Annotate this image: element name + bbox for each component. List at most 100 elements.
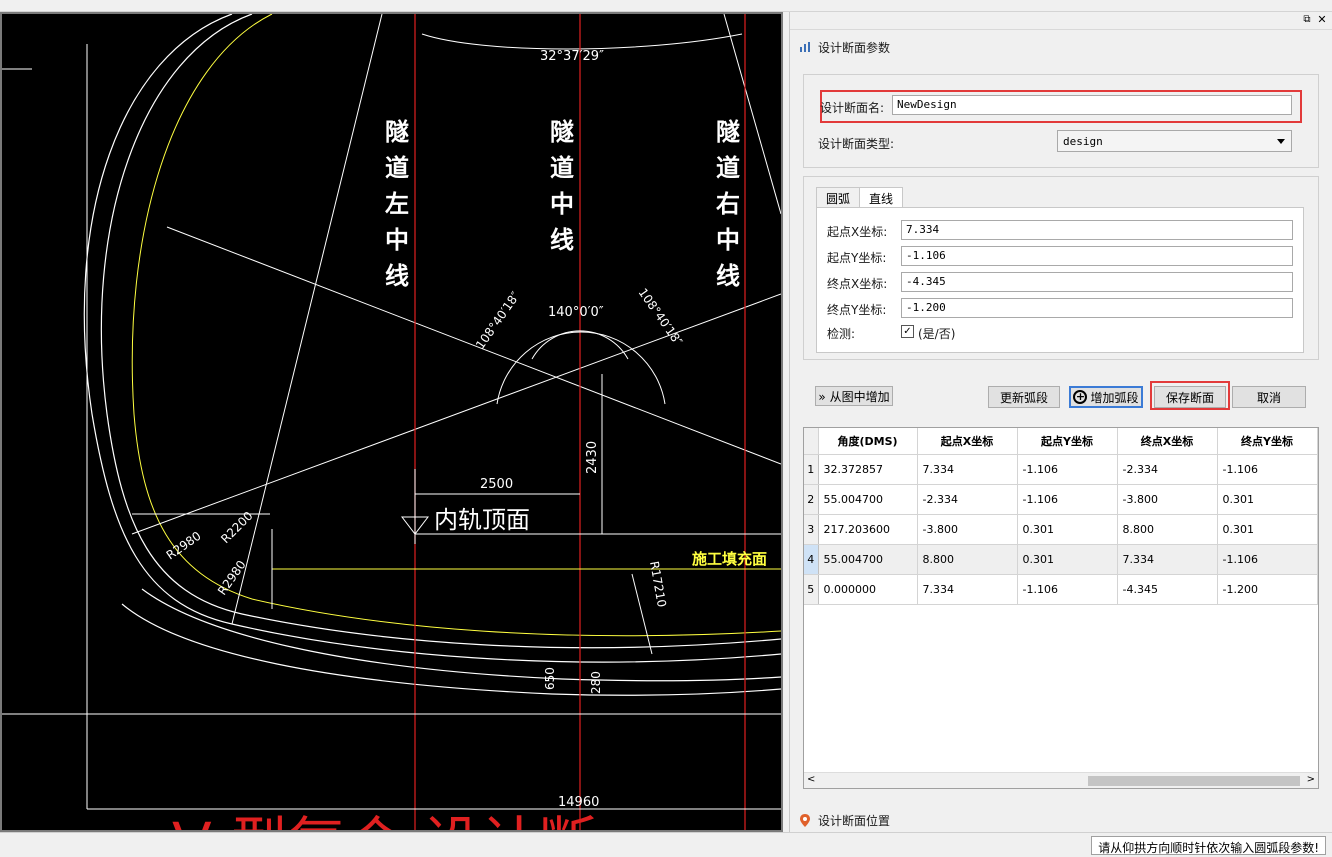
- table-cell[interactable]: 7.334: [917, 454, 1018, 485]
- svg-text:线: 线: [385, 262, 409, 290]
- table-row-selected[interactable]: 4 55.004700 8.800 0.301 7.334 -1.106: [804, 544, 1318, 575]
- start-y-label: 起点Y坐标:: [827, 251, 887, 265]
- table-cell[interactable]: -2.334: [1117, 454, 1218, 485]
- save-section-button[interactable]: 保存断面: [1154, 386, 1226, 408]
- svg-text:道: 道: [716, 154, 740, 182]
- segment-group: 圆弧 直线 起点X坐标: 7.334 起点Y坐标: -1.106 终点X坐标: …: [803, 176, 1319, 360]
- dim-14960-label: 14960: [558, 795, 599, 810]
- section-position-title: 设计断面位置: [818, 813, 891, 828]
- end-y-input[interactable]: -1.200: [901, 298, 1293, 318]
- start-x-input[interactable]: 7.334: [901, 220, 1293, 240]
- end-y-label: 终点Y坐标:: [827, 303, 887, 317]
- table-cell[interactable]: 0.301: [1017, 544, 1118, 575]
- horizontal-scrollbar[interactable]: < >: [804, 772, 1318, 788]
- table-row[interactable]: 1 32.372857 7.334 -1.106 -2.334 -1.106: [804, 454, 1318, 485]
- svg-text:线: 线: [716, 262, 740, 290]
- row-number[interactable]: 1: [804, 454, 819, 485]
- table-cell[interactable]: 0.000000: [818, 574, 918, 605]
- col-end-x[interactable]: 终点X坐标: [1117, 428, 1218, 455]
- table-row[interactable]: 5 0.000000 7.334 -1.106 -4.345 -1.200: [804, 574, 1318, 605]
- col-start-x[interactable]: 起点X坐标: [917, 428, 1018, 455]
- table-cell[interactable]: 7.334: [1117, 544, 1218, 575]
- col-end-y[interactable]: 终点Y坐标: [1217, 428, 1318, 455]
- table-cell[interactable]: 0.301: [1217, 484, 1318, 515]
- dim-650-label: 650: [543, 667, 557, 690]
- dim-2430-label: 2430: [585, 441, 600, 474]
- rail-top-label: 内轨顶面: [434, 506, 530, 534]
- scroll-thumb[interactable]: [1088, 776, 1300, 786]
- col-start-y[interactable]: 起点Y坐标: [1017, 428, 1118, 455]
- cancel-button[interactable]: 取消: [1232, 386, 1306, 408]
- svg-text:右: 右: [716, 190, 740, 218]
- section-name-input[interactable]: NewDesign: [892, 95, 1292, 115]
- table-cell[interactable]: -3.800: [1117, 484, 1218, 515]
- tab-arc[interactable]: 圆弧: [816, 187, 861, 207]
- table-cell[interactable]: 7.334: [917, 574, 1018, 605]
- type-label: 设计断面类型:: [818, 137, 895, 151]
- add-arc-button[interactable]: + 增加弧段: [1069, 386, 1143, 408]
- status-bar: 请从仰拱方向顺时针依次输入圆弧段参数!: [0, 832, 1332, 857]
- scroll-left-icon[interactable]: <: [807, 774, 815, 785]
- cad-viewport[interactable]: 隧 道 左 中 线 隧 道 中 线 隧 道 右 中 线 32°37′29″ 14…: [0, 12, 783, 832]
- name-label: 设计断面名:: [820, 101, 885, 115]
- table-cell[interactable]: 55.004700: [818, 484, 918, 515]
- label-right-centerline: 隧 道 右 中 线: [716, 118, 740, 290]
- design-section-panel: ⧉ ✕ 设计断面参数 设计断面名: NewDesign 设计断面类型: desi…: [789, 12, 1332, 832]
- table-cell[interactable]: -1.106: [1017, 574, 1118, 605]
- table-cell[interactable]: 0.301: [1017, 514, 1118, 545]
- r17210-label: R17210: [647, 560, 669, 608]
- name-type-group: 设计断面名: NewDesign 设计断面类型: design: [803, 74, 1319, 168]
- bottom-title: V 型复合 设计断: [172, 810, 597, 830]
- table-row[interactable]: 3 217.203600 -3.800 0.301 8.800 0.301: [804, 514, 1318, 545]
- section-type-value: design: [1063, 135, 1103, 148]
- add-arc-label: 增加弧段: [1090, 390, 1139, 405]
- table-cell[interactable]: 8.800: [917, 544, 1018, 575]
- table-cell[interactable]: -1.106: [1017, 454, 1118, 485]
- section-type-select[interactable]: design: [1057, 130, 1292, 152]
- table-cell[interactable]: 32.372857: [818, 454, 918, 485]
- row-number[interactable]: 3: [804, 514, 819, 545]
- row-number[interactable]: 2: [804, 484, 819, 515]
- arc-angle-right-label: 108°40′18″: [636, 286, 686, 349]
- table-row[interactable]: 2 55.004700 -2.334 -1.106 -3.800 0.301: [804, 484, 1318, 515]
- row-number[interactable]: 4: [804, 544, 819, 575]
- svg-text:隧: 隧: [716, 118, 740, 146]
- check-checkbox[interactable]: ✓: [901, 325, 914, 338]
- segment-grid[interactable]: 角度(DMS) 起点X坐标 起点Y坐标 终点X坐标 终点Y坐标 1 32.372…: [803, 427, 1319, 789]
- end-x-input[interactable]: -4.345: [901, 272, 1293, 292]
- section-params-header[interactable]: 设计断面参数: [790, 36, 1332, 58]
- table-cell[interactable]: -1.106: [1217, 454, 1318, 485]
- section-position-header[interactable]: 设计断面位置: [790, 809, 1332, 831]
- app-window: 隧 道 左 中 线 隧 道 中 线 隧 道 右 中 线 32°37′29″ 14…: [0, 0, 1332, 857]
- svg-text:中: 中: [716, 226, 740, 254]
- pin-icon[interactable]: ⧉: [1301, 14, 1313, 26]
- table-cell[interactable]: 55.004700: [818, 544, 918, 575]
- line-tab-page: 起点X坐标: 7.334 起点Y坐标: -1.106 终点X坐标: -4.345…: [816, 207, 1304, 353]
- col-angle[interactable]: 角度(DMS): [818, 428, 918, 455]
- arc-angle-center-label: 140°0′0″: [548, 305, 604, 320]
- update-arc-button[interactable]: 更新弧段: [988, 386, 1060, 408]
- table-cell[interactable]: -2.334: [917, 484, 1018, 515]
- row-number[interactable]: 5: [804, 574, 819, 605]
- start-y-input[interactable]: -1.106: [901, 246, 1293, 266]
- location-pin-icon: [798, 813, 812, 827]
- section-params-title: 设计断面参数: [818, 40, 891, 55]
- table-cell[interactable]: 8.800: [1117, 514, 1218, 545]
- close-icon[interactable]: ✕: [1316, 14, 1328, 26]
- table-cell[interactable]: -1.106: [1017, 484, 1118, 515]
- table-cell[interactable]: 217.203600: [818, 514, 918, 545]
- table-cell[interactable]: -3.800: [917, 514, 1018, 545]
- scroll-right-icon[interactable]: >: [1307, 774, 1315, 785]
- top-strip: [0, 0, 1332, 12]
- tab-line[interactable]: 直线: [859, 187, 904, 207]
- svg-text:隧: 隧: [550, 118, 574, 146]
- cad-drawing: 隧 道 左 中 线 隧 道 中 线 隧 道 右 中 线 32°37′29″ 14…: [2, 14, 781, 830]
- table-cell[interactable]: -1.200: [1217, 574, 1318, 605]
- table-cell[interactable]: -1.106: [1217, 544, 1318, 575]
- table-header: 角度(DMS) 起点X坐标 起点Y坐标 终点X坐标 终点Y坐标: [804, 428, 1318, 455]
- panel-caption: ⧉ ✕: [790, 12, 1332, 30]
- table-cell[interactable]: -4.345: [1117, 574, 1218, 605]
- table-cell[interactable]: 0.301: [1217, 514, 1318, 545]
- add-from-drawing-button[interactable]: » 从图中增加: [815, 386, 893, 406]
- fill-label: 施工填充面: [692, 550, 767, 568]
